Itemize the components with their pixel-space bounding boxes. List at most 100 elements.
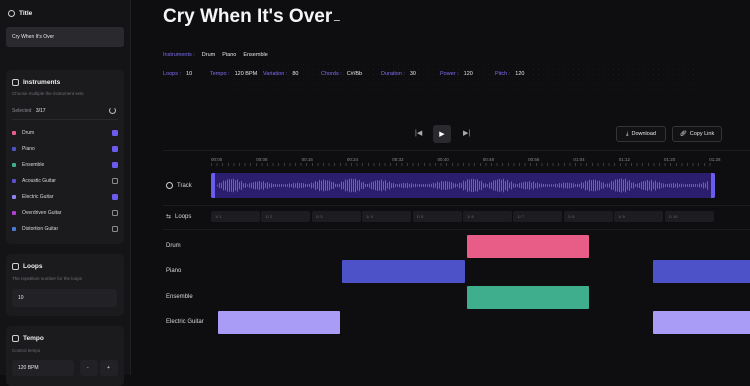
waveform-bar [489,182,490,189]
waveform-bar [391,183,392,188]
skip-forward-icon[interactable]: ▶| [463,129,470,137]
instrument-item[interactable]: Ensemble [12,160,118,170]
song-title: Cry When It's Over [163,6,333,27]
skip-back-icon[interactable]: |◀ [415,129,422,137]
track-end-handle[interactable] [711,173,715,198]
waveform-bar [487,184,488,187]
instrument-item[interactable]: Distortion Guitar [12,224,118,234]
loop-cell[interactable]: 1/ 10 [664,211,714,222]
divider [12,119,118,120]
tempo-decrease-button[interactable]: - [80,360,98,376]
track-waveform[interactable] [211,173,715,198]
instrument-item[interactable]: Acoustic Guitar [12,176,118,186]
instrument-checkbox[interactable] [112,130,118,136]
arrangement-block[interactable] [653,310,750,334]
loops-input[interactable]: 10 [12,289,117,307]
waveform-bar [261,182,262,189]
waveform-bar [525,181,526,190]
instrument-checkbox[interactable] [112,194,118,200]
waveform-bar [361,182,362,189]
play-button[interactable]: ▶ [433,125,451,143]
waveform-bar [539,183,540,188]
loop-cell[interactable]: 1/ 1 [211,211,260,222]
waveform-bar [357,180,358,191]
waveform-bar [307,184,308,187]
loop-cell[interactable]: 1/ 4 [362,211,412,222]
waveform-bar [467,179,468,192]
arrangement-block[interactable] [466,235,590,258]
arrangement-row-label: Ensemble [166,293,193,300]
waveform-bar [235,180,236,191]
waveform-bar [255,181,256,190]
waveform-bar [409,183,410,188]
waveform-bar [559,183,560,188]
meta-value: Drum [201,52,216,58]
arrangement-block[interactable] [466,285,590,309]
instrument-item[interactable]: Electric Guitar [12,192,118,202]
waveform-bar [267,182,268,189]
loop-cell[interactable]: 1/ 3 [311,211,361,222]
arrangement-row-label: Electric Guitar [166,318,204,325]
instrument-item[interactable]: Piano [12,144,118,154]
arrangement-block[interactable] [218,310,341,334]
waveform-bar [345,179,346,192]
title-input[interactable]: Cry When It's Over [6,27,124,47]
instrument-checkbox[interactable] [112,146,118,152]
waveform-bar [529,181,530,190]
waveform-bar [589,179,590,192]
meta-value: 80 [292,71,299,77]
waveform-bar [297,182,298,189]
copy-link-button[interactable]: 🔗︎ Copy Link [672,126,722,142]
loop-cell[interactable]: 1/ 7 [513,211,563,222]
track-start-handle[interactable] [211,173,215,198]
edit-icon[interactable] [333,15,343,21]
instrument-item[interactable]: Drum [12,128,118,138]
waveform-bar [225,180,226,191]
instrument-checkbox[interactable] [112,210,118,216]
arrangement-block[interactable] [342,260,465,284]
waveform-bar [541,183,542,188]
waveform-bar [323,179,324,192]
waveform-bar [325,180,326,191]
arrangement-block[interactable] [653,260,750,284]
waveform-bar [523,182,524,189]
waveform-bar [385,180,386,191]
time-tick-label: 00:16 [301,157,313,162]
instrument-checkbox[interactable] [112,226,118,232]
loop-cell[interactable]: 1/ 8 [563,211,613,222]
waveform-bar [657,182,658,189]
waveform-bar [435,183,436,188]
waveform-bar [679,184,680,187]
loop-cell[interactable]: 1/ 5 [412,211,462,222]
tempo-input[interactable]: 120 BPM [12,360,74,376]
instrument-item[interactable]: Overdriven Guitar [12,208,118,218]
waveform-bar [251,182,252,189]
tempo-increase-button[interactable]: + [100,360,118,376]
waveform-bar [237,179,238,192]
waveform-bar [501,179,502,192]
waveform-bar [295,183,296,188]
meta-value: Piano [222,52,237,58]
loop-cell[interactable]: 1/ 6 [463,211,512,222]
instrument-checkbox[interactable] [112,162,118,168]
instrument-checkbox[interactable] [112,178,118,184]
instrument-label: Ensemble [22,162,45,168]
waveform-bar [663,183,664,188]
loop-cell[interactable]: 1/ 9 [614,211,664,222]
waveform-bar [667,184,668,187]
waveform-bar [481,180,482,191]
download-button[interactable]: ⤓ Download [616,126,666,142]
main-panel: Cry When It's Over Instruments : Drum Pian… [131,0,750,375]
waveform-bar [365,183,366,188]
time-tick-label: 00:56 [528,157,540,162]
refresh-icon[interactable] [109,107,116,114]
waveform-bar [545,184,546,187]
loop-cell[interactable]: 1/ 2 [261,211,311,222]
waveform-bar [471,178,472,193]
waveform-bar [551,184,552,187]
waveform-bar [247,184,248,187]
time-tick-label: 00:00 [211,157,223,162]
meta-item: Power : 120 [440,71,473,77]
waveform-bar [315,180,316,191]
waveform-bar [547,184,548,187]
